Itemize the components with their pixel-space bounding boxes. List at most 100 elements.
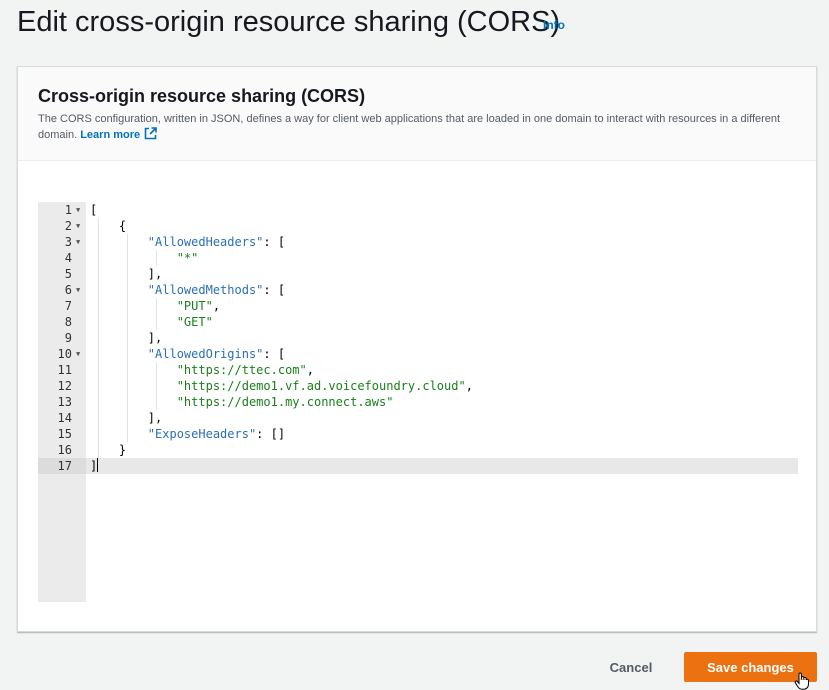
code-text: "https://demo1.vf.ad.voicefoundry.cloud"… <box>90 378 473 394</box>
code-text: "https://ttec.com", <box>90 362 314 378</box>
json-punctuation: ], <box>90 411 163 425</box>
code-text: "*" <box>90 250 199 266</box>
editor-lines[interactable]: 1 ▼[2 ▼ {3 ▼ "AllowedHeaders": [4 "*" 5 ], 6 ▼… <box>38 202 798 474</box>
json-punctuation <box>90 283 148 297</box>
panel-header: Cross-origin resource sharing (CORS) The… <box>18 67 816 161</box>
pointer-hand-icon <box>794 672 809 690</box>
json-punctuation: : [] <box>256 427 286 441</box>
json-punctuation: [ <box>90 203 98 217</box>
panel-title: Cross-origin resource sharing (CORS) <box>38 86 366 106</box>
line-number: 10 <box>57 347 72 361</box>
code-line[interactable]: 11 "https://ttec.com", <box>38 362 798 378</box>
json-key: "AllowedMethods" <box>147 283 264 297</box>
json-punctuation: ], <box>90 267 163 281</box>
code-line[interactable]: 13 "https://demo1.my.connect.aws" <box>38 394 798 410</box>
line-number: 1 <box>64 203 72 217</box>
line-number: 2 <box>64 219 72 233</box>
text-cursor <box>97 458 99 472</box>
code-line[interactable]: 12 "https://demo1.vf.ad.voicefoundry.clo… <box>38 378 798 394</box>
code-line[interactable]: 15 "ExposeHeaders": [] <box>38 426 798 442</box>
line-number: 13 <box>57 395 72 409</box>
code-line[interactable]: 3 ▼ "AllowedHeaders": [ <box>38 234 798 250</box>
json-punctuation: , <box>212 299 221 313</box>
json-punctuation: , <box>465 379 473 393</box>
json-string: "GET" <box>176 315 213 329</box>
json-punctuation <box>90 315 177 329</box>
code-text: "GET" <box>90 314 213 330</box>
code-line[interactable]: 17] <box>38 458 798 474</box>
json-key: "ExposeHeaders" <box>147 427 257 441</box>
json-punctuation: , <box>306 363 314 377</box>
line-number: 11 <box>57 363 72 377</box>
code-text: "https://demo1.my.connect.aws" <box>90 394 394 410</box>
cors-json-editor[interactable]: 1 ▼[2 ▼ {3 ▼ "AllowedHeaders": [4 "*" 5 ], 6 ▼… <box>38 202 798 602</box>
code-text: "PUT", <box>90 298 220 314</box>
code-text: } <box>90 442 126 458</box>
code-text: "AllowedOrigins": [ <box>90 346 285 362</box>
code-line[interactable]: 7 "PUT", <box>38 298 798 314</box>
json-key: "AllowedHeaders" <box>147 235 264 249</box>
panel-description: The CORS configuration, written in JSON,… <box>38 111 798 143</box>
code-line[interactable]: 6 ▼ "AllowedMethods": [ <box>38 282 798 298</box>
code-line[interactable]: 8 "GET" <box>38 314 798 330</box>
code-text: { <box>90 218 126 234</box>
external-link-icon <box>144 127 157 140</box>
line-number: 12 <box>57 379 72 393</box>
json-punctuation: ] <box>90 459 98 473</box>
cors-panel: Cross-origin resource sharing (CORS) The… <box>17 66 817 632</box>
fold-arrow-icon[interactable]: ▼ <box>76 202 80 218</box>
code-text: ], <box>90 330 162 346</box>
json-punctuation: : [ <box>263 283 286 297</box>
line-number: 4 <box>64 251 72 265</box>
code-text: "ExposeHeaders": [] <box>90 426 285 442</box>
line-number: 5 <box>64 267 72 281</box>
code-line[interactable]: 9 ], <box>38 330 798 346</box>
code-line[interactable]: 4 "*" <box>38 250 798 266</box>
code-text: ], <box>90 266 162 282</box>
fold-arrow-icon[interactable]: ▼ <box>76 346 80 362</box>
page-title: Edit cross-origin resource sharing (CORS… <box>17 6 561 38</box>
json-punctuation: } <box>90 443 127 457</box>
line-number: 14 <box>57 411 72 425</box>
code-line[interactable]: 16 } <box>38 442 798 458</box>
fold-arrow-icon[interactable]: ▼ <box>76 234 80 250</box>
json-punctuation: { <box>90 219 127 233</box>
json-punctuation: : [ <box>263 347 286 361</box>
code-text: ] <box>90 458 99 474</box>
json-punctuation <box>90 379 177 393</box>
info-link[interactable]: Info <box>543 18 565 32</box>
fold-arrow-icon[interactable]: ▼ <box>76 282 80 298</box>
json-punctuation <box>90 427 148 441</box>
json-punctuation <box>90 347 148 361</box>
line-number: 17 <box>57 459 72 473</box>
line-number: 7 <box>64 299 72 313</box>
code-text: "AllowedMethods": [ <box>90 282 285 298</box>
code-line[interactable]: 2 ▼ { <box>38 218 798 234</box>
learn-more-link[interactable]: Learn more <box>80 127 157 141</box>
line-number: 6 <box>64 283 72 297</box>
code-line[interactable]: 1 ▼ [ <box>38 202 798 218</box>
code-line[interactable]: 10 ▼ "AllowedOrigins": [ <box>38 346 798 362</box>
json-key: "AllowedOrigins" <box>147 347 264 361</box>
cancel-button[interactable]: Cancel <box>596 652 666 682</box>
fold-arrow-icon[interactable]: ▼ <box>76 218 80 234</box>
learn-more-label: Learn more <box>80 129 141 141</box>
json-punctuation <box>90 363 177 377</box>
json-punctuation <box>90 235 148 249</box>
code-line[interactable]: 5 ], <box>38 266 798 282</box>
json-punctuation: ], <box>90 331 163 345</box>
line-number: 9 <box>64 331 72 345</box>
json-string: "https://ttec.com" <box>176 363 307 377</box>
line-number: 8 <box>64 315 72 329</box>
code-text: ], <box>90 410 162 426</box>
code-text: "AllowedHeaders": [ <box>90 234 285 250</box>
line-number: 16 <box>57 443 72 457</box>
json-string: "*" <box>176 251 199 265</box>
json-punctuation <box>90 299 177 313</box>
json-punctuation <box>90 251 177 265</box>
json-punctuation: : [ <box>263 235 286 249</box>
json-string: "https://demo1.my.connect.aws" <box>176 395 394 409</box>
code-line[interactable]: 14 ], <box>38 410 798 426</box>
code-text: [ <box>90 202 97 218</box>
json-punctuation <box>90 395 177 409</box>
